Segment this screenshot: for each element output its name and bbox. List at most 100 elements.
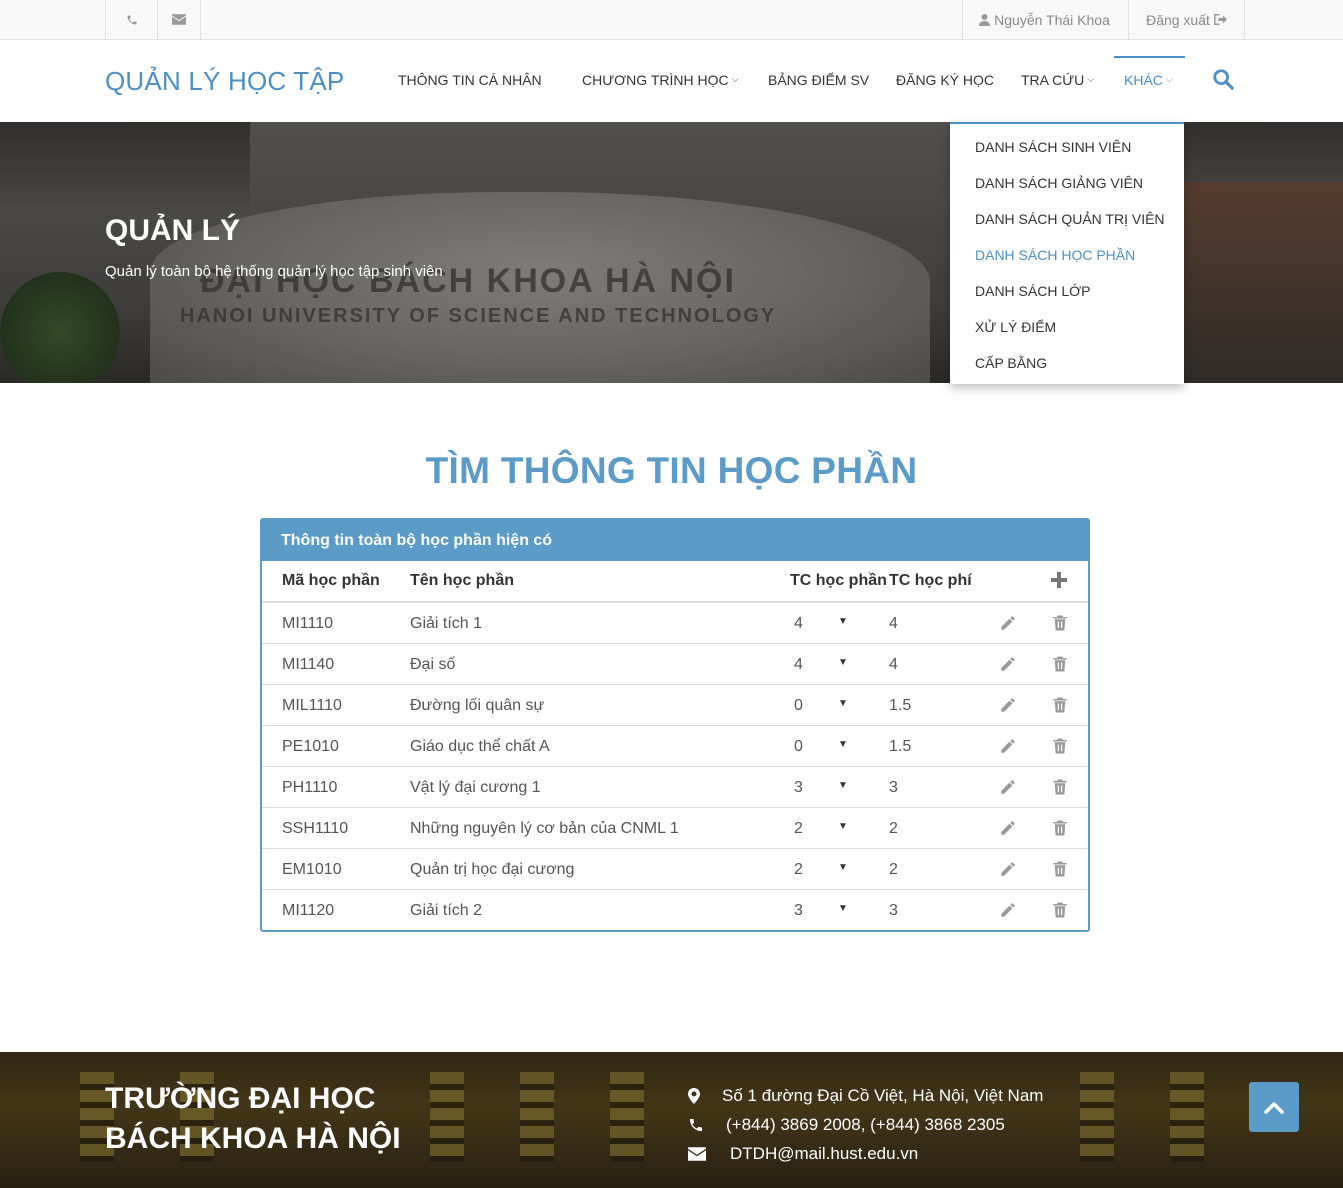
nav-label: THÔNG TIN CÁ NHÂN xyxy=(398,72,542,88)
pencil-icon xyxy=(999,616,1017,636)
edit-button[interactable] xyxy=(999,860,1017,878)
menu-item-admin-list[interactable]: DANH SÁCH QUẢN TRỊ VIÊN xyxy=(975,211,1165,227)
course-code: PE1010 xyxy=(282,738,339,755)
edit-button[interactable] xyxy=(999,819,1017,837)
credits-select[interactable]: 3 ▼ xyxy=(794,902,854,920)
chevron-up-icon xyxy=(1264,1102,1284,1114)
logout-button[interactable]: Đăng xuất xyxy=(1128,0,1245,39)
add-course-button[interactable] xyxy=(1051,570,1067,592)
top-bar: Nguyễn Thái Khoa Đăng xuất xyxy=(0,0,1343,40)
envelope-icon xyxy=(172,14,186,25)
menu-item-grade-processing[interactable]: XỬ LÝ ĐIỂM xyxy=(975,319,1056,335)
edit-button[interactable] xyxy=(999,614,1017,632)
pencil-icon xyxy=(999,903,1017,923)
chevron-down-icon: ⌵ xyxy=(1087,73,1095,84)
table-row: SSH1110 Những nguyên lý cơ bản của CNML 1… xyxy=(262,808,1088,849)
delete-button[interactable] xyxy=(1051,614,1069,632)
credits-select[interactable]: 3 ▼ xyxy=(794,779,854,797)
pencil-icon xyxy=(999,821,1017,841)
credits-value: 0 xyxy=(794,697,803,714)
table-body: MI1110 Giải tích 1 4 ▼ 4 MI1140 Đại số 4 ▼ 4 MIL11… xyxy=(262,603,1088,930)
course-name: Đại số xyxy=(410,656,456,673)
credits-select[interactable]: 2 ▼ xyxy=(794,861,854,879)
search-icon[interactable] xyxy=(1212,68,1234,90)
edit-button[interactable] xyxy=(999,696,1017,714)
nav-label: BẢNG ĐIỂM SV xyxy=(768,72,870,88)
nav-personal-info[interactable]: THÔNG TIN CÁ NHÂN xyxy=(398,72,542,88)
main-header: QUẢN LÝ HỌC TẬP THÔNG TIN CÁ NHÂN CHƯƠNG… xyxy=(0,40,1343,122)
fee-credits: 4 xyxy=(889,656,898,673)
footer-email-text[interactable]: DTDH@mail.hust.edu.vn xyxy=(730,1144,918,1164)
caret-down-icon: ▼ xyxy=(838,903,848,914)
user-menu[interactable]: Nguyễn Thái Khoa xyxy=(962,0,1126,39)
scroll-to-top-button[interactable] xyxy=(1249,1082,1299,1132)
col-header-fee-credits: TC học phí xyxy=(889,572,972,589)
caret-down-icon: ▼ xyxy=(838,780,848,791)
chevron-down-icon: ⌵ xyxy=(1165,73,1173,84)
nav-label: CHƯƠNG TRÌNH HỌC xyxy=(582,72,729,88)
phone-icon xyxy=(127,15,136,24)
nav-register[interactable]: ĐĂNG KÝ HỌC xyxy=(896,72,994,88)
nav-label: ĐĂNG KÝ HỌC xyxy=(896,72,995,88)
delete-button[interactable] xyxy=(1051,778,1069,796)
col-header-credits: TC học phần xyxy=(790,572,887,589)
table-row: EM1010 Quản trị học đại cương 2 ▼ 2 xyxy=(262,849,1088,890)
table-row: MI1140 Đại số 4 ▼ 4 xyxy=(262,644,1088,685)
trash-icon xyxy=(1051,738,1069,759)
delete-button[interactable] xyxy=(1051,860,1069,878)
credits-select[interactable]: 0 ▼ xyxy=(794,697,854,715)
course-name: Những nguyên lý cơ bản của CNML 1 xyxy=(410,820,679,837)
footer-phone: (+844) 3869 2008, (+844) 3868 2305 xyxy=(688,1115,1005,1135)
nav-lookup[interactable]: TRA CỨU ⌵ xyxy=(1021,72,1094,88)
menu-item-student-list[interactable]: DANH SÁCH SINH VIÊN xyxy=(975,139,1131,155)
nav-program[interactable]: CHƯƠNG TRÌNH HỌC ⌵ xyxy=(582,72,738,88)
edit-button[interactable] xyxy=(999,901,1017,919)
edit-button[interactable] xyxy=(999,778,1017,796)
caret-down-icon: ▼ xyxy=(838,739,848,750)
credits-select[interactable]: 2 ▼ xyxy=(794,820,854,838)
footer: TRƯỜNG ĐẠI HỌC BÁCH KHOA HÀ NỘI Số 1 đườ… xyxy=(0,1052,1343,1188)
edit-button[interactable] xyxy=(999,737,1017,755)
trash-icon xyxy=(1051,779,1069,800)
delete-button[interactable] xyxy=(1051,901,1069,919)
delete-button[interactable] xyxy=(1051,655,1069,673)
delete-button[interactable] xyxy=(1051,737,1069,755)
menu-item-course-list[interactable]: DANH SÁCH HỌC PHẦN xyxy=(975,247,1135,263)
credits-value: 3 xyxy=(794,779,803,796)
credits-value: 2 xyxy=(794,861,803,878)
user-name: Nguyễn Thái Khoa xyxy=(994,11,1110,28)
course-code: EM1010 xyxy=(282,861,342,878)
credits-select[interactable]: 4 ▼ xyxy=(794,656,854,674)
page-title: TÌM THÔNG TIN HỌC PHẦN xyxy=(425,450,918,491)
nav-label: KHÁC xyxy=(1124,72,1163,88)
credits-select[interactable]: 4 ▼ xyxy=(794,615,854,633)
brand-logo[interactable]: QUẢN LÝ HỌC TẬP xyxy=(105,66,344,97)
map-marker-icon xyxy=(688,1088,700,1104)
user-icon xyxy=(979,13,991,26)
menu-item-class-list[interactable]: DANH SÁCH LỚP xyxy=(975,283,1090,299)
nav-other[interactable]: KHÁC ⌵ xyxy=(1124,72,1173,88)
trash-icon xyxy=(1051,861,1069,882)
phone-link[interactable] xyxy=(105,0,157,39)
footer-title-line2: BÁCH KHOA HÀ NỘI xyxy=(105,1122,401,1155)
nav-grades[interactable]: BẢNG ĐIỂM SV xyxy=(768,72,869,88)
course-name: Vật lý đại cương 1 xyxy=(410,779,541,796)
menu-item-diploma[interactable]: CẤP BẰNG xyxy=(975,355,1047,371)
edit-button[interactable] xyxy=(999,655,1017,673)
table-header: Mã học phần Tên học phần TC học phần TC … xyxy=(262,561,1088,603)
hero-subtitle: Quản lý toàn bộ hệ thống quản lý học tập… xyxy=(105,263,443,280)
menu-item-lecturer-list[interactable]: DANH SÁCH GIẢNG VIÊN xyxy=(975,175,1143,191)
course-name: Quản trị học đại cương xyxy=(410,861,575,878)
caret-down-icon: ▼ xyxy=(838,862,848,873)
course-code: MI1140 xyxy=(282,656,335,673)
caret-down-icon: ▼ xyxy=(838,616,848,627)
credits-select[interactable]: 0 ▼ xyxy=(794,738,854,756)
mail-link[interactable] xyxy=(157,0,201,39)
fee-credits: 4 xyxy=(889,615,898,632)
footer-phone-text: (+844) 3869 2008, (+844) 3868 2305 xyxy=(726,1115,1005,1134)
course-code: MI1120 xyxy=(282,902,335,919)
pencil-icon xyxy=(999,657,1017,677)
trash-icon xyxy=(1051,615,1069,636)
delete-button[interactable] xyxy=(1051,696,1069,714)
delete-button[interactable] xyxy=(1051,819,1069,837)
